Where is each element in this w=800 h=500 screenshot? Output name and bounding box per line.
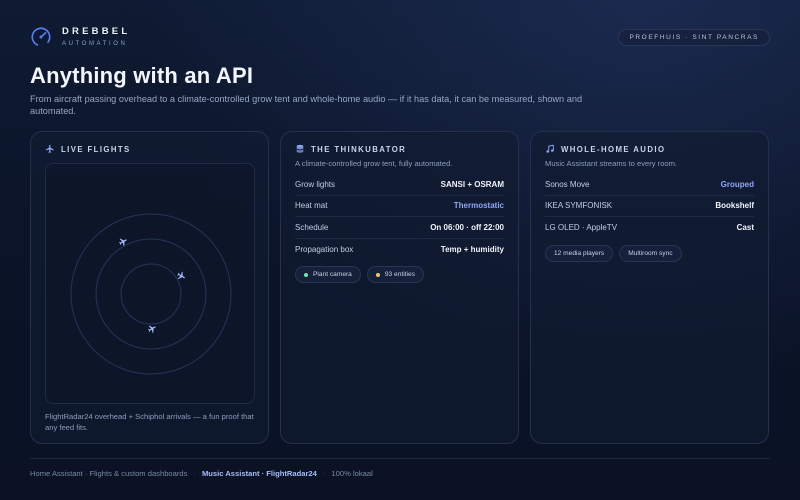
- chip-label: 93 entities: [384, 271, 415, 278]
- status-dot: [304, 272, 308, 277]
- row-value: SANSI + OSRAM: [440, 179, 504, 189]
- row-label: IKEA SYMFONISK: [545, 201, 613, 211]
- row-label: Grow lights: [295, 179, 336, 189]
- row-label: Sonos Move: [545, 179, 590, 189]
- card-header: LIVE FLIGHTS: [45, 144, 131, 154]
- thinkubator-card: THE THINKUBATOR A climate-controlled gro…: [280, 131, 519, 444]
- row-ikea-symfonisk: IKEA SYMFONISK Bookshelf: [545, 196, 754, 217]
- card-header: WHOLE-HOME AUDIO: [545, 144, 665, 154]
- row-label: Schedule: [295, 222, 329, 232]
- row-heat-mat: Heat mat Thermostatic: [295, 196, 504, 217]
- row-label: LG OLED · AppleTV: [545, 223, 618, 233]
- footer-separator: ·: [193, 469, 196, 478]
- gauge-logo-icon: [31, 27, 51, 47]
- row-value: Bookshelf: [715, 201, 754, 211]
- brand-subtitle: AUTOMATION: [62, 40, 128, 47]
- thinkubator-chips: Plant camera 93 entities: [295, 266, 424, 283]
- live-flights-card: LIVE FLIGHTS FlightRadar24 overhead + Sc…: [30, 131, 269, 444]
- page-subtitle: From aircraft passing overhead to a clim…: [30, 94, 583, 116]
- row-value: Thermostatic: [453, 201, 504, 211]
- row-label: Propagation box: [295, 244, 354, 254]
- page-title: Anything with an API: [30, 63, 254, 88]
- row-label: Heat mat: [295, 201, 328, 211]
- radar-svg: [70, 213, 232, 375]
- chip-multiroom-sync[interactable]: Multiroom sync: [619, 245, 682, 262]
- card-description: Music Assistant streams to every room.: [545, 159, 678, 168]
- flights-caption: FlightRadar24 overhead + Schiphol arriva…: [45, 412, 254, 432]
- row-value: Temp + humidity: [440, 244, 504, 254]
- card-title: WHOLE-HOME AUDIO: [561, 144, 666, 154]
- row-value: Grouped: [720, 179, 754, 189]
- brand-name: DREBBEL: [62, 26, 131, 38]
- plane-marker[interactable]: [147, 323, 158, 334]
- airplane-icon: [45, 144, 54, 153]
- chip-label: Multiroom sync: [628, 250, 673, 257]
- footer: Home Assistant · Flights & custom dashbo…: [30, 469, 373, 478]
- audio-rows: Sonos Move Grouped IKEA SYMFONISK Booksh…: [545, 174, 754, 239]
- chip-media-players[interactable]: 12 media players: [545, 245, 614, 262]
- footer-separator: ·: [322, 469, 326, 478]
- row-sonos-move: Sonos Move Grouped: [545, 174, 754, 196]
- footer-highlight[interactable]: Music Assistant · FlightRadar24: [202, 469, 317, 478]
- audio-chips: 12 media players Multiroom sync: [545, 245, 682, 262]
- chip-label: 12 media players: [554, 250, 605, 257]
- radar-ring-outer: [70, 213, 232, 375]
- card-title: LIVE FLIGHTS: [61, 144, 131, 154]
- row-propagation-box: Propagation box Temp + humidity: [295, 239, 504, 261]
- brand[interactable]: DREBBEL AUTOMATION: [30, 26, 130, 48]
- radar-ring-inner: [120, 263, 182, 325]
- card-header: THE THINKUBATOR: [295, 144, 406, 154]
- row-grow-lights: Grow lights SANSI + OSRAM: [295, 174, 504, 196]
- thinkubator-rows: Grow lights SANSI + OSRAM Heat mat Therm…: [295, 174, 504, 260]
- chip-plant-camera[interactable]: Plant camera: [295, 266, 361, 283]
- row-lg-oled: LG OLED · AppleTV Cast: [545, 217, 754, 239]
- row-value: On 06:00 · off 22:00: [430, 222, 504, 232]
- music-note-icon: [546, 144, 554, 153]
- database-icon: [296, 144, 304, 153]
- location-badge: PROEFHUIS · SINT PANCRAS: [618, 29, 770, 46]
- chip-label: Plant camera: [313, 271, 352, 278]
- footer-divider: [30, 458, 770, 459]
- plane-marker[interactable]: [118, 236, 129, 247]
- radar-ring-middle: [95, 238, 207, 350]
- card-title: THE THINKUBATOR: [311, 144, 407, 154]
- row-value: Cast: [736, 223, 754, 233]
- footer-text: Home Assistant · Flights & custom dashbo…: [30, 469, 188, 478]
- whole-home-audio-card: WHOLE-HOME AUDIO Music Assistant streams…: [530, 131, 769, 444]
- chip-entities[interactable]: 93 entities: [366, 266, 424, 283]
- footer-local: 100% lokaal: [331, 469, 373, 478]
- flight-radar[interactable]: [45, 163, 255, 404]
- status-dot: [375, 272, 380, 277]
- card-description: A climate-controlled grow tent, fully au…: [295, 159, 453, 168]
- row-schedule: Schedule On 06:00 · off 22:00: [295, 217, 504, 239]
